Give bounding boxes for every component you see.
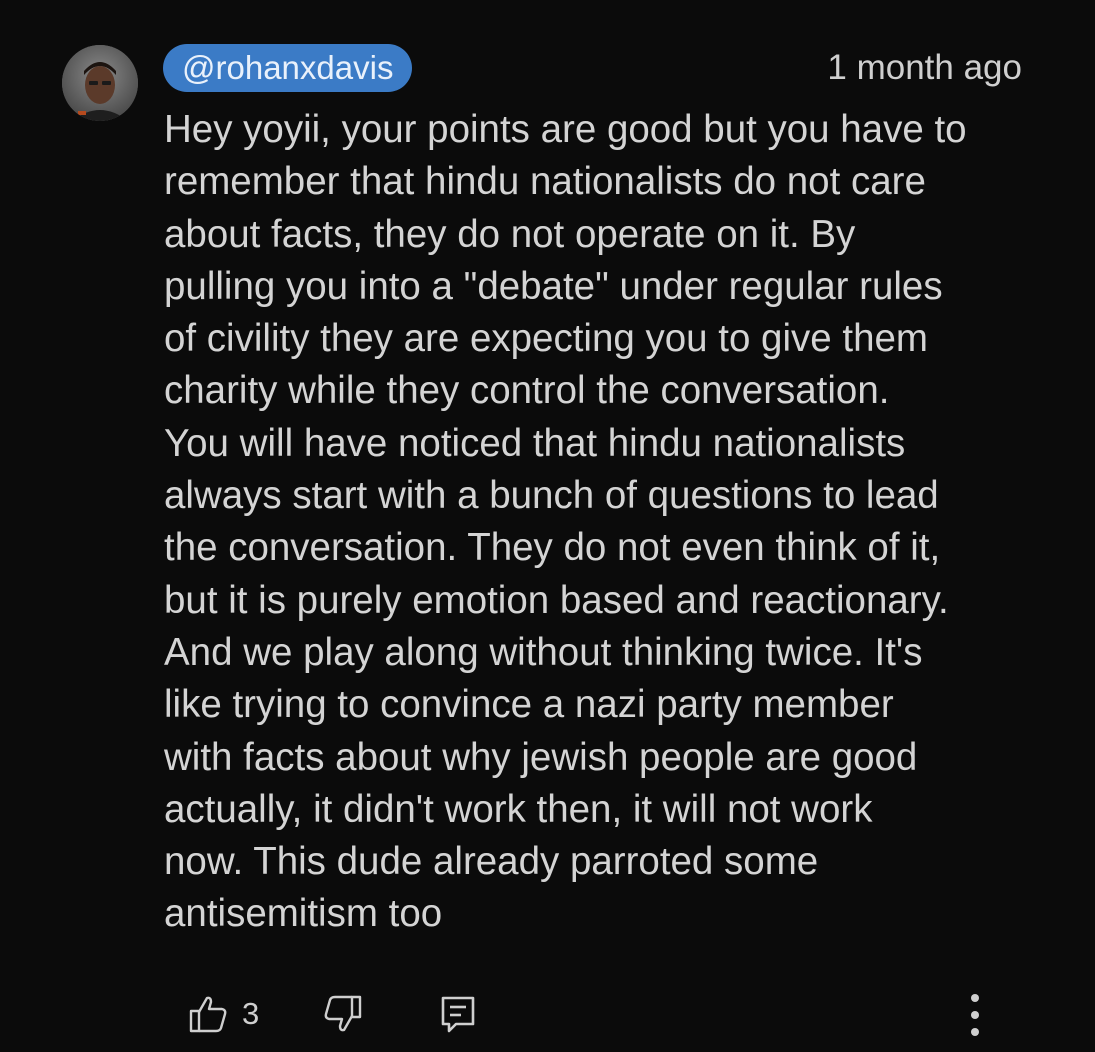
author-name-chip[interactable]: @rohanxdavis (163, 44, 413, 92)
comment-text-line: antisemitism too (164, 892, 443, 936)
comment-text-line: remember that hindu nationalists do not … (164, 160, 926, 204)
comment-actions: 3 (0, 990, 1095, 1042)
more-vertical-icon[interactable] (965, 990, 985, 1042)
comment-text-line: charity while they control the conversat… (164, 369, 890, 413)
comment-text-line: like trying to convince a nazi party mem… (164, 683, 894, 727)
comment-text: Hey yoyii, your points are good but you … (164, 104, 1034, 941)
avatar-image (62, 45, 138, 121)
comment: @rohanxdavis 1 month ago Hey yoyii, your… (0, 0, 1095, 1052)
comment-text-line: actually, it didn't work then, it will n… (164, 787, 873, 831)
comment-timestamp[interactable]: 1 month ago (827, 44, 1022, 92)
like-count: 3 (242, 996, 260, 1031)
avatar[interactable] (62, 45, 138, 121)
comment-text-line: with facts about why jewish people are g… (164, 735, 918, 779)
comment-text-line: of civility they are expecting you to gi… (164, 317, 928, 361)
thumbs-down-icon[interactable] (323, 994, 363, 1034)
comment-text-line: pulling you into a "debate" under regula… (164, 264, 943, 308)
comment-text-line: but it is purely emotion based and react… (164, 578, 949, 622)
reply-icon[interactable] (440, 994, 476, 1034)
comment-text-line: about facts, they do not operate on it. … (164, 212, 856, 256)
comment-text-line: You will have noticed that hindu nationa… (164, 421, 906, 465)
comment-text-line: And we play along without thinking twice… (164, 630, 923, 674)
comment-text-line: now. This dude already parroted some (164, 840, 819, 884)
thumbs-up-icon[interactable] (188, 994, 228, 1034)
comment-text-line: Hey yoyii, your points are good but you … (164, 108, 967, 151)
comment-text-line: the conversation. They do not even think… (164, 526, 941, 570)
comment-text-line: always start with a bunch of questions t… (164, 474, 939, 518)
